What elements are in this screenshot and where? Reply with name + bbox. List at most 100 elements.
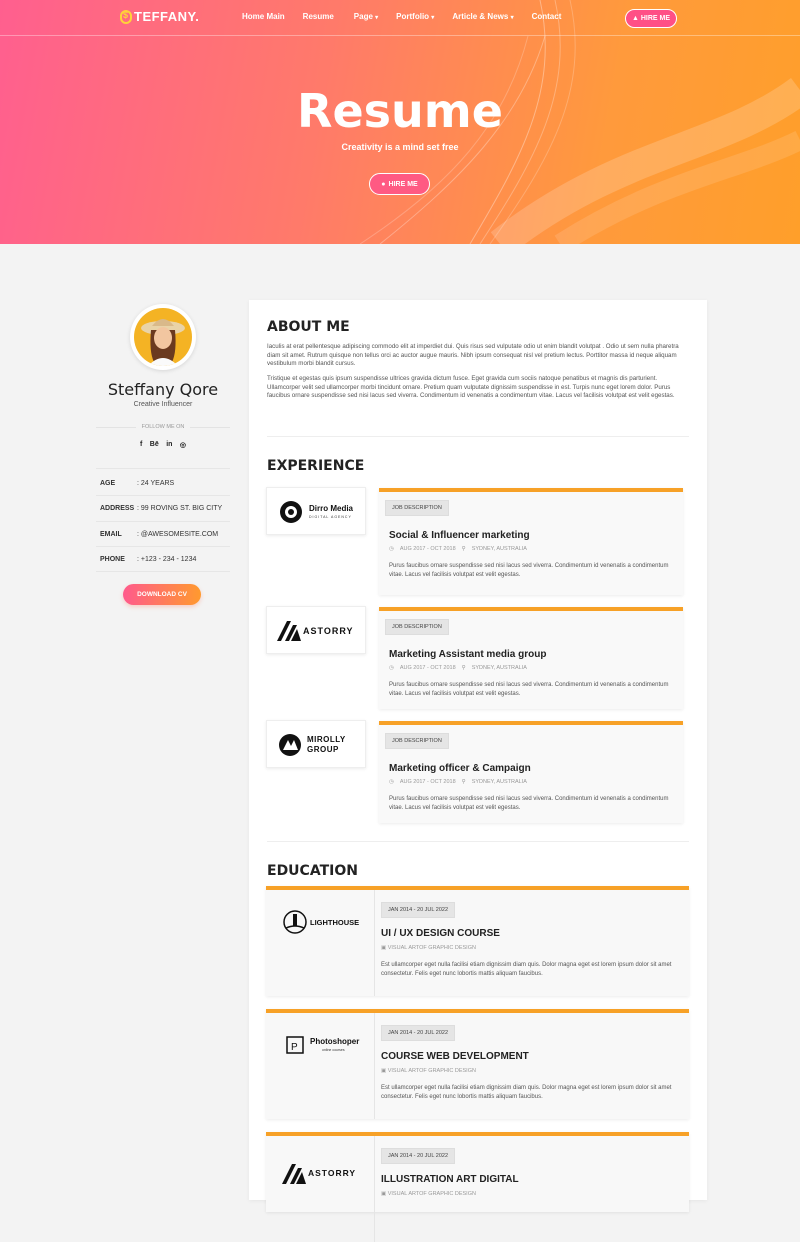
clock-icon: ◷ (389, 779, 394, 785)
job-description: Purus faucibus ornare suspendisse sed ni… (389, 563, 669, 578)
divider (267, 436, 689, 437)
photoshoper-logo-icon: P (286, 1036, 304, 1054)
job-card: JOB DESCRIPTION Social & Influencer mark… (379, 488, 683, 595)
school-logo-text: Photoshoper (310, 1037, 360, 1046)
chevron-down-icon: ▾ (375, 15, 379, 21)
course-title: UI / UX DESIGN COURSE (381, 928, 500, 939)
instagram-icon[interactable]: ◎ (180, 441, 186, 449)
school-logo-text: LIGHTHOUSE (310, 918, 360, 927)
job-description: Purus faucibus ornare suspendisse sed ni… (389, 796, 669, 811)
nav-link-contact[interactable]: Contact (532, 12, 562, 21)
course-title: ILLUSTRATION ART DIGITAL (381, 1174, 519, 1185)
clock-icon: ◷ (389, 546, 394, 552)
page-title: Resume (297, 84, 503, 138)
education-card: P Photoshoper online courses JAN 2014 - … (266, 1009, 689, 1119)
job-description-tag: JOB DESCRIPTION (385, 500, 449, 516)
profile-role: Creative Influencer (133, 401, 193, 408)
school-logo-subtitle: online courses (322, 1048, 345, 1052)
flame-icon: ▲ (631, 15, 639, 22)
date-tag: JAN 2014 - 20 JUL 2022 (381, 1148, 456, 1164)
company-logo-mirolly: MIROLLY GROUP (266, 720, 366, 768)
job-location: SYDNEY, AUSTRALIA (471, 665, 527, 671)
company-name: Dirro Media (309, 504, 354, 513)
job-description: Purus faucibus ornare suspendisse sed ni… (389, 682, 669, 697)
divider (374, 1013, 375, 1119)
school-logo-astorry: ASTORRY (282, 1156, 366, 1188)
school-logo-photoshoper: P Photoshoper online courses (282, 1029, 366, 1061)
bell-icon: ● (381, 180, 386, 188)
job-description-tag: JOB DESCRIPTION (385, 619, 449, 635)
company-logo-astorry: ASTORRY (266, 606, 366, 654)
job-date: AUG 2017 - OCT 2018 (399, 665, 456, 671)
job-location: SYDNEY, AUSTRALIA (471, 546, 527, 552)
location-pin-icon: ⚲ (461, 546, 466, 552)
nav-link-label: Article & News (452, 12, 509, 21)
hire-me-hero-button[interactable]: ● HIRE ME (369, 173, 430, 195)
course-title: COURSE WEB DEVELOPMENT (381, 1051, 529, 1062)
location-pin-icon: ⚲ (461, 665, 466, 671)
avatar (130, 304, 196, 370)
date-tag: JAN 2014 - 20 JUL 2022 (381, 1025, 456, 1041)
brand-logo[interactable]: TEFFANY. (120, 9, 199, 24)
behance-icon[interactable]: Bē (150, 441, 159, 449)
svg-text:P: P (291, 1042, 298, 1053)
school-logo-lighthouse: LIGHTHOUSE (282, 906, 366, 938)
profile-name: Steffany Qore (107, 380, 219, 399)
building-icon: ▣ (381, 1191, 387, 1197)
divider (96, 468, 230, 469)
nav-link-article-news[interactable]: Article & News ▾ (452, 12, 513, 21)
nav-link-home[interactable]: Home Main (242, 12, 285, 21)
nav-link-label: Page (353, 12, 373, 21)
divider (96, 546, 230, 547)
divider (374, 1136, 375, 1242)
education-card: LIGHTHOUSE JAN 2014 - 20 JUL 2022 UI / U… (266, 886, 689, 996)
about-paragraph-1: Iaculis at erat pellentesque adipiscing … (267, 343, 679, 367)
logo-icon (120, 9, 132, 24)
info-value[interactable]: : +123 - 234 - 1234 (137, 556, 196, 563)
chevron-down-icon: ▾ (510, 15, 514, 21)
job-title: Marketing officer & Campaign (389, 763, 531, 774)
job-description-tag: JOB DESCRIPTION (385, 733, 449, 749)
education-heading: EDUCATION (267, 863, 358, 879)
info-value: : 24 YEARS (137, 480, 175, 487)
job-date: AUG 2017 - OCT 2018 (399, 546, 456, 552)
hire-me-nav-button[interactable]: ▲ HIRE ME (625, 9, 677, 28)
top-navbar: TEFFANY. Home Main Resume Page ▾ Portfol… (0, 0, 800, 36)
course-school: ▣ VISUAL ARTOF GRAPHIC DESIGN (381, 945, 476, 951)
linkedin-icon[interactable]: in (166, 441, 172, 449)
hero-banner: TEFFANY. Home Main Resume Page ▾ Portfol… (0, 0, 800, 244)
info-key: PHONE (100, 556, 125, 563)
job-title: Marketing Assistant media group (389, 649, 547, 660)
info-value[interactable]: : @AWESOMESITE.COM (137, 531, 218, 538)
page-subtitle: Creativity is a mind set free (341, 142, 459, 152)
divider (267, 841, 689, 842)
clock-icon: ◷ (389, 665, 394, 671)
job-meta: ◷ AUG 2017 - OCT 2018 ⚲ SYDNEY, AUSTRALI… (389, 546, 527, 552)
about-paragraph-2: Tristique et egestas quis ipsum suspendi… (267, 375, 675, 399)
job-card: JOB DESCRIPTION Marketing Assistant medi… (379, 607, 683, 709)
divider (96, 571, 230, 572)
divider (190, 427, 230, 428)
hire-me-label: HIRE ME (640, 15, 671, 22)
download-cv-button[interactable]: DOWNLOAD CV (123, 584, 201, 605)
facebook-icon[interactable]: f (140, 441, 142, 449)
divider (96, 521, 230, 522)
school-name: VISUAL ARTOF GRAPHIC DESIGN (387, 1191, 476, 1197)
job-meta: ◷ AUG 2017 - OCT 2018 ⚲ SYDNEY, AUSTRALI… (389, 665, 527, 671)
nav-link-resume[interactable]: Resume (303, 12, 334, 21)
divider (96, 495, 230, 496)
info-key: ADDRESS (100, 505, 135, 512)
nav-link-page[interactable]: Page ▾ (354, 12, 378, 21)
company-name: MIROLLY (307, 735, 346, 744)
divider (374, 890, 375, 996)
school-name: VISUAL ARTOF GRAPHIC DESIGN (387, 1068, 476, 1074)
social-links: f Bē in ◎ (140, 441, 186, 449)
company-subtitle: DIGITAL AGENCY (309, 515, 352, 519)
company-name-line2: GROUP (307, 745, 339, 754)
nav-link-portfolio[interactable]: Portfolio ▾ (396, 12, 434, 21)
location-pin-icon: ⚲ (461, 779, 466, 785)
job-date: AUG 2017 - OCT 2018 (399, 779, 456, 785)
about-heading: ABOUT ME (267, 319, 350, 335)
info-key: AGE (100, 480, 116, 487)
school-name: VISUAL ARTOF GRAPHIC DESIGN (387, 945, 476, 951)
